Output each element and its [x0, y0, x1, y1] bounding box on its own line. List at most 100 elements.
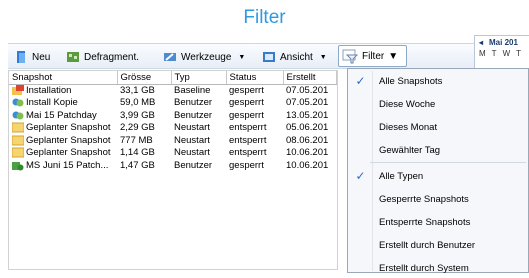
checkmark-icon: ✓ — [355, 74, 366, 88]
size-cell: 3,99 GB — [120, 109, 155, 121]
column-header-size[interactable]: Grösse — [117, 71, 172, 85]
column-header-created[interactable]: Erstellt — [283, 71, 337, 85]
snapshot-cell: Install Kopie — [9, 97, 117, 110]
table-row[interactable]: MS Juni 15 Patch... 1,47 GB Benutzer gesper… — [9, 159, 337, 172]
status-cell: entsperrt — [229, 134, 267, 146]
created-cell: 10.06.201 — [286, 147, 329, 159]
menu-separator — [370, 162, 526, 163]
new-button[interactable]: Neu — [14, 48, 50, 66]
tools-menu-button[interactable]: Werkzeuge ▼ — [163, 48, 245, 66]
snapshot-cell: Geplanter Snapshot — [9, 147, 117, 160]
created-cell: 07.05.201 — [286, 85, 329, 96]
tools-icon — [163, 50, 177, 64]
snapshot-cell-content: Geplanter Snapshot — [11, 134, 117, 146]
snapshot-name-cell: Mai 15 Patchday — [26, 109, 97, 121]
snapshot-name-cell: MS Juni 15 Patch... — [26, 159, 109, 171]
menu-item-label: Gewählter Tag — [379, 144, 441, 156]
table-row[interactable]: Geplanter Snapshot 777 MB Neustart entsperr… — [9, 134, 337, 147]
checkmark-icon: ✓ — [355, 169, 366, 183]
status-cell: entsperrt — [229, 147, 267, 159]
snapshot-name-cell: Install Kopie — [26, 97, 78, 109]
column-header-status[interactable]: Status — [226, 71, 284, 85]
table-row[interactable]: Mai 15 Patchday 3,99 GB Benutzer gesperrt 13… — [9, 109, 337, 122]
menu-item[interactable]: Gesperrte Snapshots — [348, 189, 528, 209]
menu-item[interactable]: Erstellt durch Benutzer — [348, 235, 528, 255]
snapshot-cell-content: MS Juni 15 Patch... — [12, 160, 117, 171]
menu-item-label: Erstellt durch System — [379, 262, 469, 274]
column-header-snapshot[interactable]: Snapshot — [9, 71, 118, 85]
menu-item-label: Alle Snapshots — [379, 75, 443, 87]
size-cell: 33,1 GB — [120, 85, 155, 96]
filter-icon — [342, 49, 359, 64]
snapshot-cell: Mai 15 Patchday — [9, 109, 117, 122]
status-cell: gesperrt — [229, 159, 264, 171]
menu-item[interactable]: Diese Woche — [348, 94, 528, 114]
menu-item[interactable]: Entsperrte Snapshots — [348, 212, 528, 232]
status-cell: gesperrt — [229, 85, 264, 96]
size-cell: 59,0 MB — [120, 97, 156, 109]
created-cell: 10.06.201 — [286, 159, 329, 171]
folder-icon — [11, 135, 25, 146]
filter-label: Filter — [362, 50, 385, 62]
type-cell: Benutzer — [174, 109, 213, 121]
menu-item[interactable]: ✓ Alle Typen — [348, 166, 528, 186]
size-cell: 777 MB — [120, 134, 153, 146]
snapshot-name-cell: Geplanter Snapshot — [26, 134, 111, 146]
snapshot-cell: MS Juni 15 Patch... — [9, 159, 117, 172]
copy-icon — [12, 97, 24, 108]
snapshot-name-cell: Installation — [26, 85, 72, 96]
type-cell: Benutzer — [174, 159, 213, 171]
menu-item-label: Dieses Monat — [379, 121, 438, 133]
menu-item-label: Entsperrte Snapshots — [379, 216, 471, 228]
calendar-prev-icon[interactable]: ◂ — [479, 38, 483, 47]
tools-label: Werkzeuge — [181, 51, 232, 63]
created-cell: 07.05.201 — [286, 97, 329, 109]
calendar-day-header: T — [516, 49, 522, 58]
folder-icon — [11, 147, 25, 158]
type-cell: Neustart — [174, 134, 210, 146]
table-row[interactable]: Installation 33,1 GB Baseline gesperrt 07.05… — [9, 84, 337, 97]
filter-dropdown-menu: ✓ Alle Snapshots Diese Woche Dieses Monat Ge… — [347, 68, 529, 274]
view-label: Ansicht — [280, 51, 313, 63]
snapshot-name-cell: Geplanter Snapshot — [26, 147, 111, 159]
status-cell: gesperrt — [229, 109, 264, 121]
chevron-down-icon: ▼ — [388, 50, 399, 62]
menu-item-label: Erstellt durch Benutzer — [379, 239, 476, 251]
menu-item-label: Gesperrte Snapshots — [379, 193, 469, 205]
snapshot-cell: Installation — [9, 84, 117, 97]
chevron-down-icon: ▼ — [319, 53, 327, 61]
status-cell: gesperrt — [229, 97, 264, 109]
page-title: Filter — [243, 7, 286, 28]
status-cell: entsperrt — [229, 122, 267, 134]
menu-item[interactable]: Dieses Monat — [348, 117, 528, 137]
menu-item[interactable]: Gewählter Tag — [348, 140, 528, 160]
view-icon — [262, 50, 276, 64]
toolbar: Neu Defragment. Werkzeuge ▼ Ansicht ▼ Fi… — [8, 35, 529, 75]
size-cell: 1,47 GB — [120, 159, 155, 171]
menu-item[interactable]: ✓ Alle Snapshots — [348, 71, 528, 91]
snapshot-table: Snapshot Grösse Typ Status Erstellt Inst… — [8, 70, 338, 270]
table-row[interactable]: Geplanter Snapshot 1,14 GB Neustart entsper… — [9, 147, 337, 160]
table-row[interactable]: Install Kopie 59,0 MB Benutzer gesperrt 07.0… — [9, 97, 337, 110]
defragment-label: Defragment. — [84, 51, 140, 63]
snapshot-cell-content: Installation — [12, 85, 117, 96]
snapshot-name-cell: Geplanter Snapshot — [26, 122, 111, 134]
calendar-month: Mai 201 — [489, 38, 518, 47]
menu-item-label: Diese Woche — [379, 98, 436, 110]
table-row[interactable]: Geplanter Snapshot 2,29 GB Neustart entsper… — [9, 122, 337, 135]
menu-item[interactable]: Erstellt durch System — [348, 258, 528, 278]
snapshot-cell-content: Mai 15 Patchday — [12, 110, 117, 121]
defragment-button[interactable]: Defragment. — [66, 48, 139, 66]
column-header-type[interactable]: Typ — [171, 71, 227, 85]
installation-icon — [12, 85, 24, 96]
size-cell: 2,29 GB — [120, 122, 155, 134]
type-cell: Neustart — [174, 147, 210, 159]
filter-menu-button[interactable]: Filter ▼ — [338, 45, 407, 67]
created-cell: 05.06.201 — [286, 122, 329, 134]
created-cell: 13.05.201 — [286, 109, 329, 121]
snapshot-cell: Geplanter Snapshot — [9, 122, 117, 135]
type-cell: Baseline — [174, 85, 211, 96]
chevron-down-icon: ▼ — [238, 53, 246, 61]
view-menu-button[interactable]: Ansicht ▼ — [262, 48, 327, 66]
snapshot-cell-content: Geplanter Snapshot — [11, 147, 117, 159]
